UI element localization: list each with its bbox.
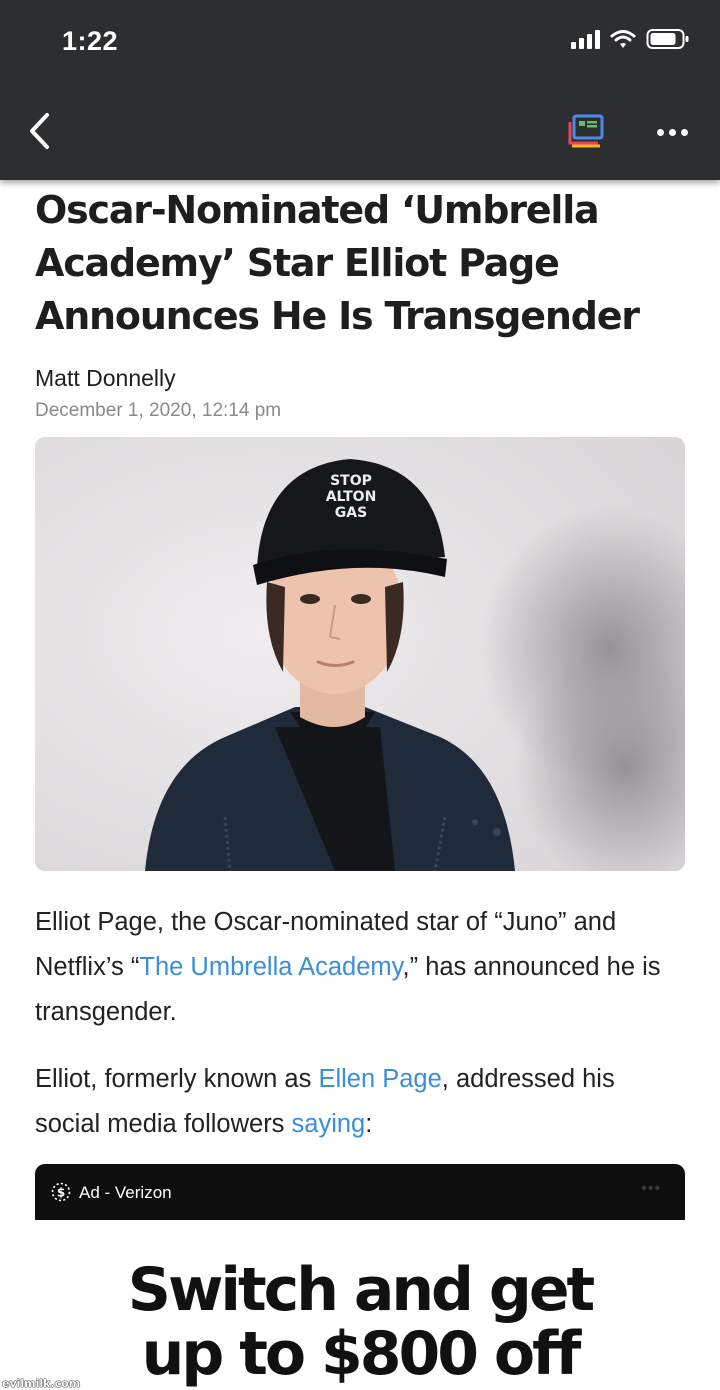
ad-header-bar[interactable]: $ Ad - Verizon ••• (35, 1164, 685, 1220)
reader-view-button[interactable] (566, 114, 606, 150)
watermark: evilmilk.com (2, 1377, 81, 1390)
more-horizontal-icon (656, 128, 664, 136)
link-ellen-page[interactable]: Ellen Page (318, 1065, 441, 1093)
article-paragraph-2: Elliot, formerly known as Ellen Page, ad… (35, 1065, 615, 1138)
back-button[interactable] (22, 108, 62, 154)
link-the-umbrella-academy[interactable]: The Umbrella Academy (139, 953, 402, 981)
ad-dollar-icon: $ (51, 1182, 71, 1202)
ad-headline: Switch and get up to $800 off (127, 1255, 595, 1389)
cap-text-2: ALTON (326, 489, 377, 505)
hero-image[interactable]: STOP ALTON GAS (35, 437, 685, 871)
reader-view-icon (568, 114, 604, 148)
ad-label: Ad - Verizon (79, 1183, 172, 1202)
article-author: Matt Donnelly (35, 365, 176, 391)
top-bar: 1:22 (0, 0, 720, 180)
ad-banner[interactable]: Switch and get up to $800 off (0, 1220, 720, 1390)
cap-text-3: GAS (335, 505, 367, 521)
status-icons (571, 28, 690, 50)
cap-text-1: STOP (330, 473, 372, 489)
wifi-icon (610, 30, 636, 48)
article-headline: Oscar-Nominated ‘Umbrella Academy’ Star … (35, 188, 640, 338)
article: Oscar-Nominated ‘Umbrella Academy’ Star … (35, 180, 685, 1147)
battery-icon (646, 29, 689, 49)
article-date: December 1, 2020, 12:14 pm (35, 400, 282, 421)
cellular-signal-icon (571, 29, 600, 49)
more-options-button[interactable] (652, 118, 692, 146)
portrait-photo: STOP ALTON GAS (35, 437, 685, 871)
svg-text:$: $ (57, 1186, 65, 1200)
link-saying[interactable]: saying (292, 1110, 366, 1138)
chevron-left-icon (30, 113, 49, 149)
status-time: 1:22 (62, 26, 119, 56)
ad-more-options[interactable]: ••• (641, 1180, 661, 1198)
article-paragraph-1: Elliot Page, the Oscar-nominated star of… (35, 908, 661, 1026)
